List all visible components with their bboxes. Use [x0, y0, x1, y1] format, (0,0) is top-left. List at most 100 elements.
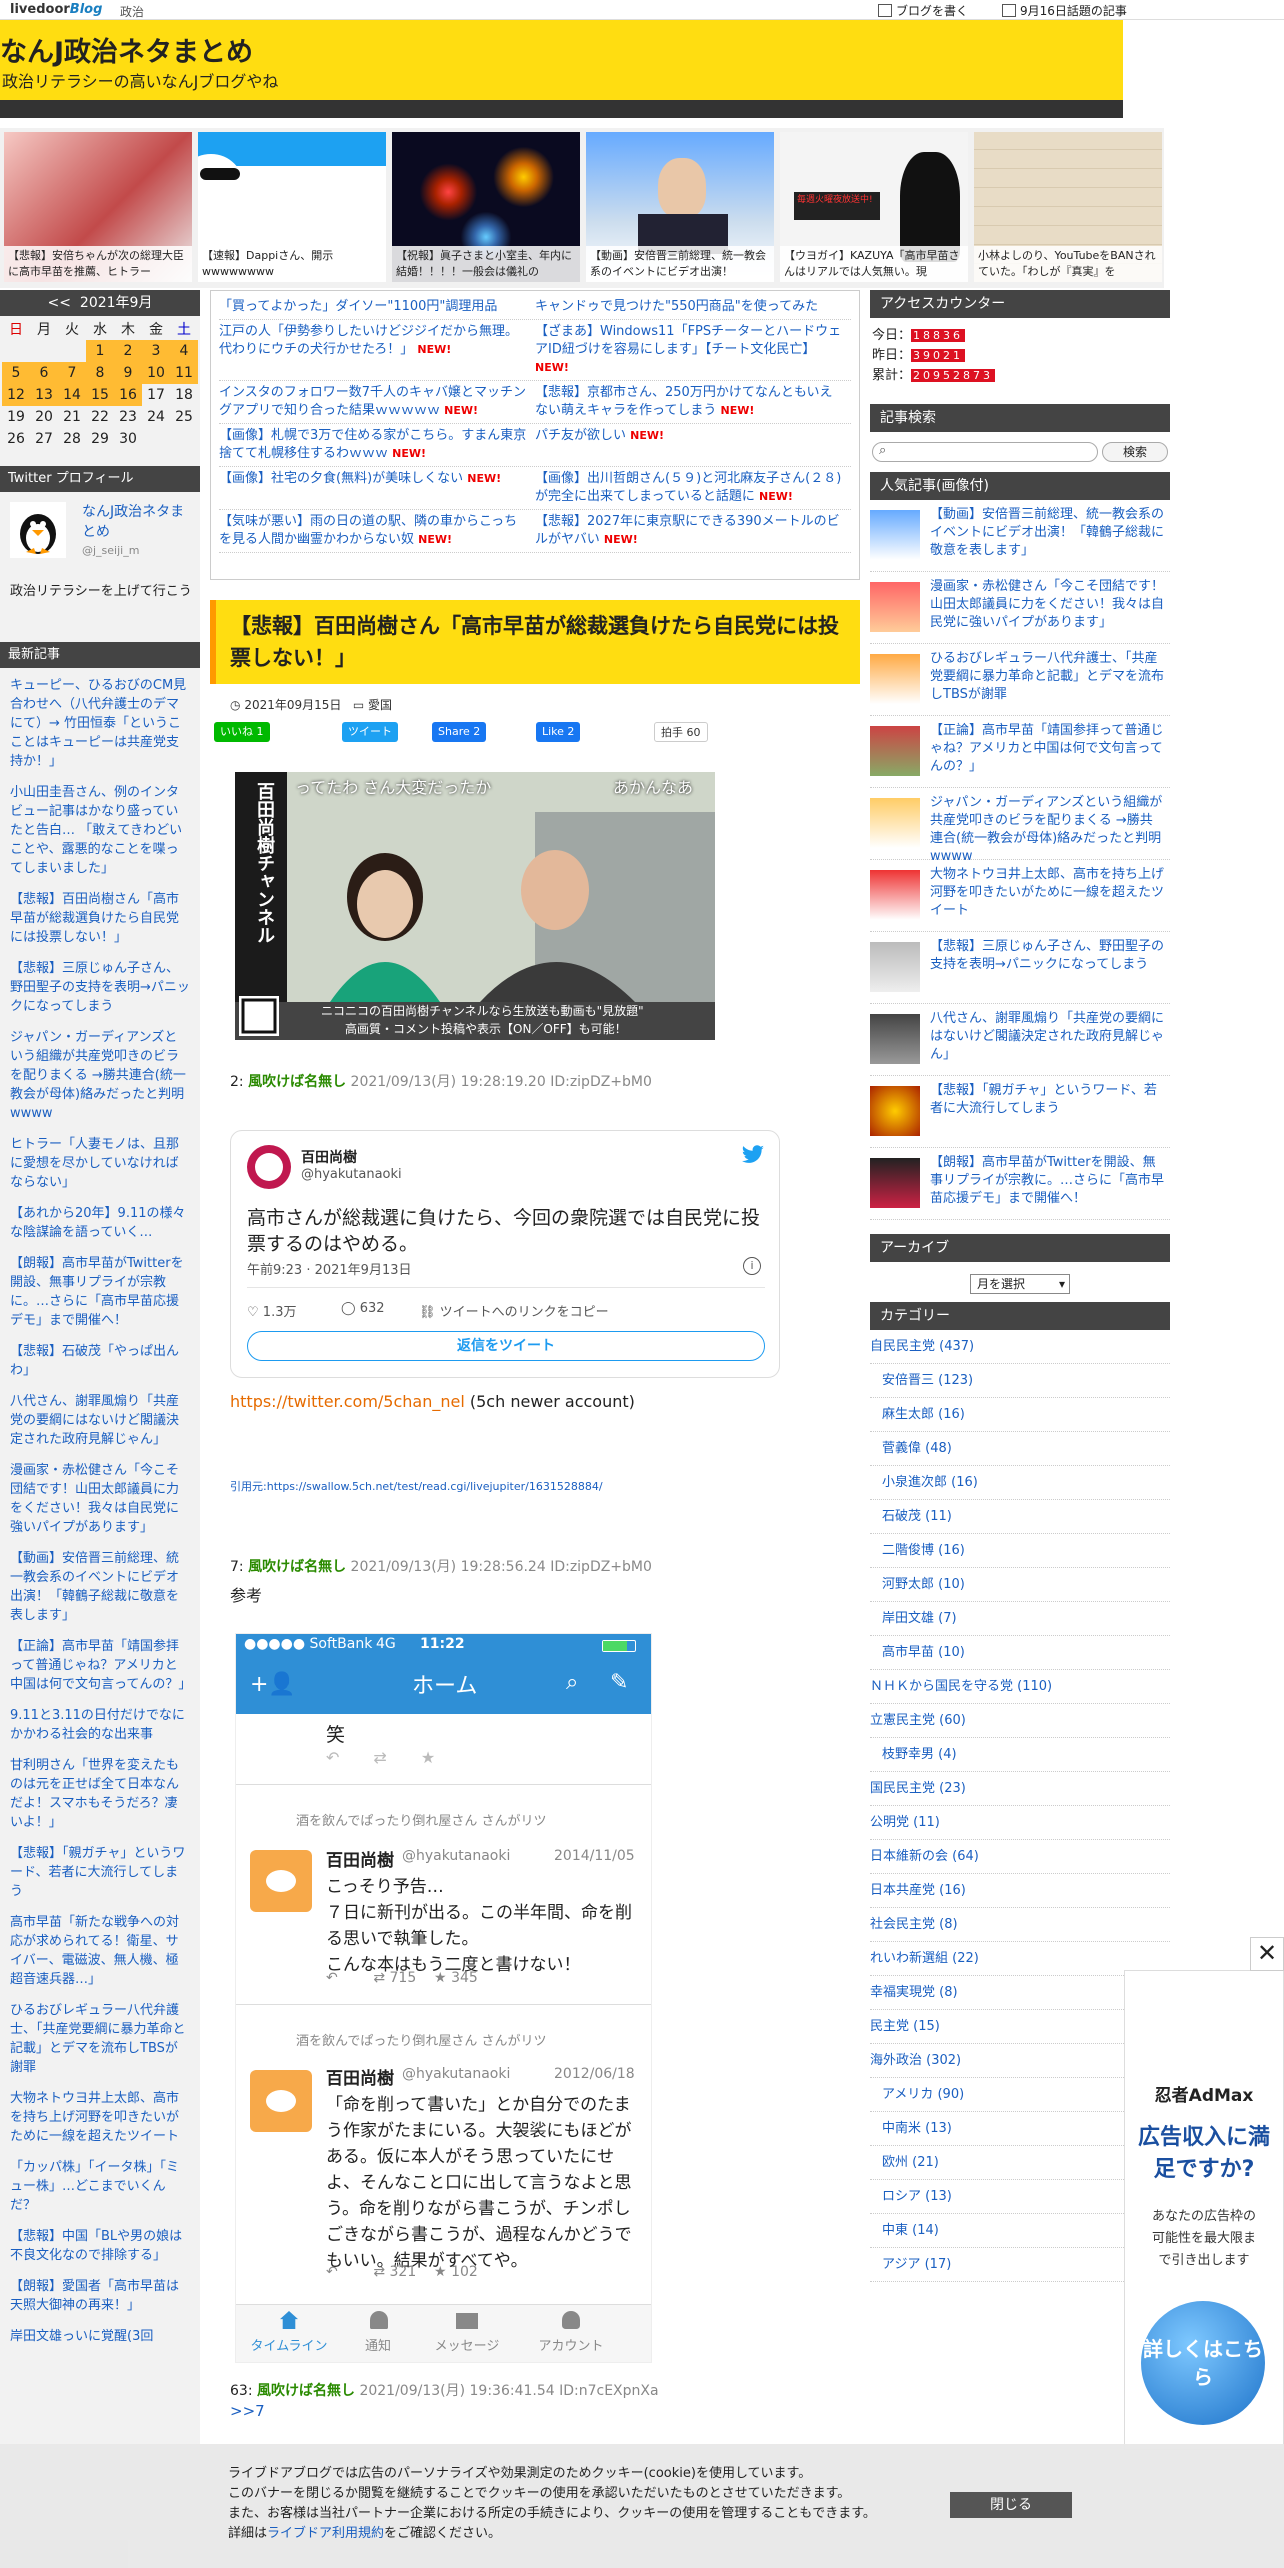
- category-link[interactable]: 公明党 (11): [870, 1806, 1170, 1840]
- article-title[interactable]: 【悲報】百田尚樹さん「高市早苗が総裁選負けたら自民党には投票しない！」: [216, 600, 860, 684]
- tab-account[interactable]: アカウント: [526, 2335, 616, 2354]
- recent-article-link[interactable]: 「カッパ株」「イータ株」「ミュー株」…どこまでいくんだ？: [10, 2158, 190, 2215]
- category-link[interactable]: 立憲民主党 (60): [870, 1704, 1170, 1738]
- calendar-day-link[interactable]: 12: [2, 384, 30, 406]
- popular-link[interactable]: 【正論】高市早苗「靖国参拝って普通じゃね？アメリカと中国は何で文句言ってんの？」: [930, 722, 1165, 776]
- calendar-day-link[interactable]: 13: [30, 384, 58, 406]
- ad-banner[interactable]: ✕ 忍者AdMax 広告収入に満足ですか? あなたの広告枠の可能性を最大限まで引…: [1124, 1937, 1284, 2450]
- related-link[interactable]: 江戸の人「伊勢参りしたいけどジジイだから無理。代わりにウチの犬行かせたろ！」 N…: [219, 323, 535, 377]
- recent-article-link[interactable]: ひるおびレギュラー八代弁護士、「共産党要綱に暴力革命と記載」とデマを流布しTBS…: [10, 2001, 190, 2077]
- livedoor-logo[interactable]: livedoorBlog: [10, 2, 102, 17]
- popular-item[interactable]: 大物ネトウヨ井上太郎、高市を持ち上げ河野を叩きたいがために一線を超えたツイート: [870, 860, 1170, 932]
- recent-article-link[interactable]: 【悲報】石破茂「やっぱ出んわ」: [10, 1342, 190, 1380]
- related-link[interactable]: キャンドゥで見つけた"550円商品"を使ってみた: [535, 298, 851, 316]
- calendar-day-link[interactable]: 1: [86, 340, 114, 362]
- close-icon[interactable]: ✕: [1250, 1937, 1284, 1971]
- calendar-prev-link[interactable]: <<: [48, 295, 71, 311]
- recent-article-link[interactable]: 【悲報】三原じゅん子さん、野田聖子の支持を表明→パニックになってしまう: [10, 959, 190, 1016]
- popular-item[interactable]: ジャパン・ガーディアンズという組織が共産党叩きのビラを配りまくる →勝共連合(統…: [870, 788, 1170, 864]
- blog-category-link[interactable]: 政治: [120, 3, 144, 20]
- related-link[interactable]: 【画像】社宅の夕食(無料)が美味しくない NEW!: [219, 470, 535, 506]
- related-link[interactable]: 【画像】札幌で3万で住める家がこちら。すまん東京捨てて札幌移住するわｗｗｗ NE…: [219, 427, 535, 463]
- recent-article-link[interactable]: 【正論】高市早苗「靖国参拝って普通じゃね？アメリカと中国は何で文句言ってんの？」: [10, 1637, 191, 1694]
- topic-articles-link[interactable]: 9月16日話題の記事: [1002, 2, 1127, 19]
- recent-article-link[interactable]: 【朗報】愛国者「高市早苗は天照大御神の再来！」: [10, 2277, 190, 2315]
- category-link[interactable]: 社会民主党 (8): [870, 1908, 1170, 1942]
- calendar-day-link[interactable]: 7: [58, 362, 86, 384]
- article-category-link[interactable]: 愛国: [368, 698, 392, 712]
- calendar-day-link[interactable]: 11: [170, 362, 198, 384]
- popular-link[interactable]: 漫画家・赤松健さん「今こそ団結です！山田太郎議員に力をください！我々は自民党に強…: [930, 578, 1165, 632]
- thumb-card[interactable]: 【速報】Dappiさん、開示wwwwwwww: [198, 132, 386, 282]
- recent-article-link[interactable]: 漫画家・赤松健さん「今こそ団結です！山田太郎議員に力をください！我々は自民党に強…: [10, 1461, 190, 1537]
- category-link[interactable]: 小泉進次郎 (16): [870, 1466, 1170, 1500]
- tweet-author-handle[interactable]: @hyakutanaoki: [301, 1167, 402, 1182]
- related-link[interactable]: 【悲報】2027年に東京駅にできる390メートルのビルがヤバい NEW!: [535, 513, 851, 549]
- thumb-card[interactable]: 【祝報】眞子さまと小室圭、年内に結婚！！！！一般会は儀礼の: [392, 132, 580, 282]
- category-link[interactable]: 高市早苗 (10): [870, 1636, 1170, 1670]
- popular-link[interactable]: ジャパン・ガーディアンズという組織が共産党叩きのビラを配りまくる →勝共連合(統…: [930, 794, 1165, 866]
- profile-avatar[interactable]: [10, 502, 66, 558]
- tab-timeline[interactable]: タイムライン: [244, 2335, 334, 2354]
- tweet-like-action[interactable]: ♡ 1.3万: [247, 1301, 296, 1320]
- tweet-reply-button[interactable]: 返信をツイート: [247, 1331, 765, 1361]
- calendar-day-link[interactable]: 6: [30, 362, 58, 384]
- clap-button[interactable]: 拍手 60: [654, 722, 708, 742]
- calendar-day-link[interactable]: 16: [114, 384, 142, 406]
- recent-article-link[interactable]: 【朗報】高市早苗がTwitterを開設、無事リプライが宗教に。…さらに「高市早苗…: [10, 1254, 190, 1330]
- category-link[interactable]: 二階俊博 (16): [870, 1534, 1170, 1568]
- category-link[interactable]: 日本維新の会 (64): [870, 1840, 1170, 1874]
- profile-name[interactable]: なんJ政治ネタまとめ: [82, 502, 192, 542]
- related-link[interactable]: 【気味が悪い】雨の日の道の駅、隣の車からこっちを見る人間か幽霊かわからない奴 N…: [219, 513, 535, 549]
- archive-select[interactable]: 月を選択 ▾: [970, 1274, 1070, 1294]
- recent-article-link[interactable]: 小山田圭吾さん、例のインタビュー記事はかなり盛っていたと告白… 「敢えてきわどい…: [10, 783, 190, 878]
- tweet-avatar[interactable]: [250, 1850, 312, 1912]
- twitter-account-link[interactable]: https://twitter.com/5chan_nel: [230, 1392, 465, 1411]
- embedded-tweet[interactable]: 百田尚樹 @hyakutanaoki 高市さんが総裁選に負けたら、今回の衆院選で…: [230, 1130, 780, 1378]
- blog-title[interactable]: なんJ政治ネタまとめ: [0, 30, 253, 69]
- category-link[interactable]: 日本共産党 (16): [870, 1874, 1170, 1908]
- cookie-close-button[interactable]: 閉じる: [950, 2492, 1072, 2518]
- category-link[interactable]: 岸田文雄 (7): [870, 1602, 1170, 1636]
- popular-link[interactable]: ひるおびレギュラー八代弁護士、「共産党要綱に暴力革命と記載」とデマを流布しTBS…: [930, 650, 1165, 704]
- recent-article-link[interactable]: 【動画】安倍晋三前総理、統一教会系のイベントにビデオ出演！「韓鶴子総裁に敬意を表…: [10, 1549, 190, 1625]
- popular-item[interactable]: ひるおびレギュラー八代弁護士、「共産党要綱に暴力革命と記載」とデマを流布しTBS…: [870, 644, 1170, 716]
- calendar-day-link[interactable]: 3: [142, 340, 170, 362]
- recent-article-link[interactable]: 9.11と3.11の日付だけでなにかかわる社会的な出来事: [10, 1706, 190, 1744]
- tweet-copy-link[interactable]: ⛓ ツイートへのリンクをコピー: [419, 1301, 609, 1320]
- category-link[interactable]: 自民民主党 (437): [870, 1330, 1170, 1364]
- recent-article-link[interactable]: 【悲報】百田尚樹さん「高市早苗が総裁選負けたら自民党には投票しない！」: [10, 890, 190, 947]
- calendar-day-link[interactable]: 10: [142, 362, 170, 384]
- recent-article-link[interactable]: 【悲報】「親ガチャ」というワード、若者に大流行してしまう: [10, 1844, 190, 1901]
- popular-item[interactable]: 【悲報】「親ガチャ」というワード、若者に大流行してしまう: [870, 1076, 1170, 1148]
- recent-article-link[interactable]: 高市早苗「新たな戦争への対応が求められてる！衛星、サイバー、電磁波、無人機、極超…: [10, 1913, 190, 1989]
- tweet-avatar[interactable]: [247, 1145, 291, 1189]
- recent-article-link[interactable]: 【悲報】中国「BLや男の娘は不良文化なので排除する」: [10, 2227, 190, 2265]
- calendar-day-link[interactable]: 8: [86, 362, 114, 384]
- comment-anchor-link[interactable]: >>7: [230, 2402, 265, 2420]
- line-like-button[interactable]: いいね 1: [214, 722, 270, 742]
- popular-item[interactable]: 【朗報】高市早苗がTwitterを開設、無事リプライが宗教に。…さらに「高市早苗…: [870, 1148, 1170, 1220]
- recent-article-link[interactable]: 岸田文雄っいに覚醒(3回: [10, 2327, 190, 2346]
- popular-link[interactable]: 【朗報】高市早苗がTwitterを開設、無事リプライが宗教に。…さらに「高市早苗…: [930, 1154, 1165, 1208]
- related-link[interactable]: 【画像】出川哲朗さん(５９)と河北麻友子さん(２８)が完全に出来てしまっていると…: [535, 470, 851, 506]
- article-main-image[interactable]: ってたわ さん大変だったか あかんなあ 百田尚樹チャンネル ニコニコの百田尚樹チ…: [235, 772, 715, 1040]
- facebook-like-button[interactable]: Like 2: [536, 722, 581, 742]
- tweet-author-name[interactable]: 百田尚樹: [301, 1147, 357, 1167]
- thumb-card[interactable]: 毎週火曜夜放送中! 【ウヨガイ】KAZUYA「高市早苗さんはリアルでは人気無い。…: [780, 132, 968, 282]
- tweet-avatar[interactable]: [250, 2070, 312, 2132]
- write-blog-link[interactable]: ブログを書く: [878, 2, 968, 19]
- popular-item[interactable]: 【動画】安倍晋三前総理、統一教会系のイベントにビデオ出演！「韓鶴子総裁に敬意を表…: [870, 500, 1170, 572]
- search-icon[interactable]: ⌕: [566, 1670, 578, 1695]
- category-link[interactable]: 国民民主党 (23): [870, 1772, 1170, 1806]
- related-link[interactable]: 「買ってよかった」ダイソー"1100円"調理用品: [219, 298, 535, 316]
- ad-cta-button[interactable]: 詳しくはこちら: [1141, 2301, 1265, 2425]
- thumb-card[interactable]: 小林よしのり、YouTubeをBANされていた。「わしが『真実』を: [974, 132, 1162, 282]
- related-link[interactable]: 【悲報】京都市さん、250万円かけてなんともいえない萌えキャラを作ってしまう N…: [535, 384, 851, 420]
- twitter-bird-icon[interactable]: [741, 1145, 765, 1165]
- tab-messages[interactable]: メッセージ: [422, 2335, 512, 2354]
- thumb-card[interactable]: 【悲報】安倍ちゃんが次の総理大臣に高市早苗を推薦、ヒトラー: [4, 132, 192, 282]
- related-link[interactable]: 【ざまあ】Windows11「FPSチーターとハードウェアID紐づけを容易にしま…: [535, 323, 851, 377]
- facebook-share-button[interactable]: Share 2: [432, 722, 487, 742]
- tweet-timestamp[interactable]: 午前9:23 · 2021年9月13日: [247, 1259, 412, 1278]
